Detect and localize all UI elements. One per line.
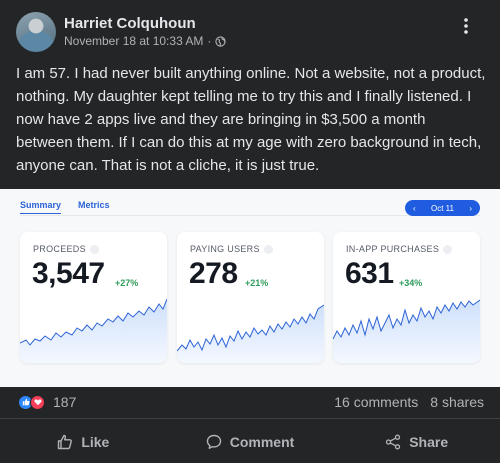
info-icon bbox=[263, 244, 273, 254]
info-icon bbox=[89, 244, 99, 254]
metric-card-in-app-purchases: IN-APP PURCHASES 631 +34% bbox=[333, 232, 480, 363]
comment-icon bbox=[206, 434, 221, 449]
more-options-button[interactable] bbox=[454, 14, 478, 38]
author-name[interactable]: Harriet Colquhoun bbox=[64, 15, 196, 32]
card-change: +27% bbox=[115, 278, 139, 288]
reactions-summary[interactable]: 187 bbox=[18, 394, 76, 410]
metric-card-proceeds: PROCEEDS 3,547 +27% bbox=[20, 232, 167, 363]
more-vertical-icon bbox=[464, 18, 468, 34]
engagement-bar: 187 16 comments 8 shares bbox=[0, 387, 500, 419]
like-button[interactable]: Like bbox=[0, 420, 167, 463]
post-media-dashboard[interactable]: Summary Metrics ‹ Oct 11 › PROCEEDS 3,54… bbox=[0, 189, 500, 387]
sparkline-chart bbox=[20, 298, 167, 363]
date-selector[interactable]: ‹ Oct 11 › bbox=[405, 200, 480, 216]
date-label: Oct 11 bbox=[431, 203, 454, 213]
chevron-left-icon[interactable]: ‹ bbox=[413, 204, 416, 213]
card-change: +21% bbox=[245, 278, 269, 288]
sparkline-chart bbox=[177, 304, 324, 363]
card-title: IN-APP PURCHASES bbox=[346, 244, 440, 254]
globe-icon bbox=[215, 35, 227, 47]
card-change: +34% bbox=[399, 278, 423, 288]
comment-button[interactable]: Comment bbox=[167, 420, 334, 463]
share-button[interactable]: Share bbox=[333, 420, 500, 463]
tab-summary[interactable]: Summary bbox=[20, 200, 62, 214]
card-value: 278 bbox=[189, 257, 238, 290]
like-label: Like bbox=[81, 433, 110, 450]
post-header: Harriet Colquhoun November 18 at 10:33 A… bbox=[0, 0, 500, 58]
love-icon bbox=[30, 394, 45, 410]
sparkline-chart bbox=[333, 299, 480, 363]
post-timestamp[interactable]: November 18 at 10:33 AM bbox=[64, 34, 203, 48]
post-actions: Like Comment Share bbox=[0, 420, 500, 463]
card-value: 631 bbox=[345, 257, 394, 290]
info-icon bbox=[443, 244, 453, 254]
chevron-right-icon[interactable]: › bbox=[469, 204, 472, 213]
meta-separator: · bbox=[207, 34, 212, 48]
avatar[interactable] bbox=[16, 12, 56, 52]
share-label: Share bbox=[409, 433, 449, 450]
post-body-text: I am 57. I had never built anything onli… bbox=[16, 65, 486, 174]
card-title: PAYING USERS bbox=[190, 244, 260, 254]
post-meta: November 18 at 10:33 AM · bbox=[64, 34, 227, 48]
tab-metrics[interactable]: Metrics bbox=[78, 200, 110, 210]
share-icon bbox=[386, 434, 401, 449]
card-value: 3,547 bbox=[32, 257, 105, 290]
thumbs-up-icon bbox=[58, 434, 73, 449]
metric-card-paying-users: PAYING USERS 278 +21% bbox=[177, 232, 324, 363]
comment-label: Comment bbox=[229, 433, 295, 450]
card-title: PROCEEDS bbox=[33, 244, 86, 254]
reaction-count: 187 bbox=[53, 394, 77, 410]
shares-count-link[interactable]: 8 shares bbox=[430, 394, 484, 410]
comments-count-link[interactable]: 16 comments bbox=[334, 394, 418, 410]
